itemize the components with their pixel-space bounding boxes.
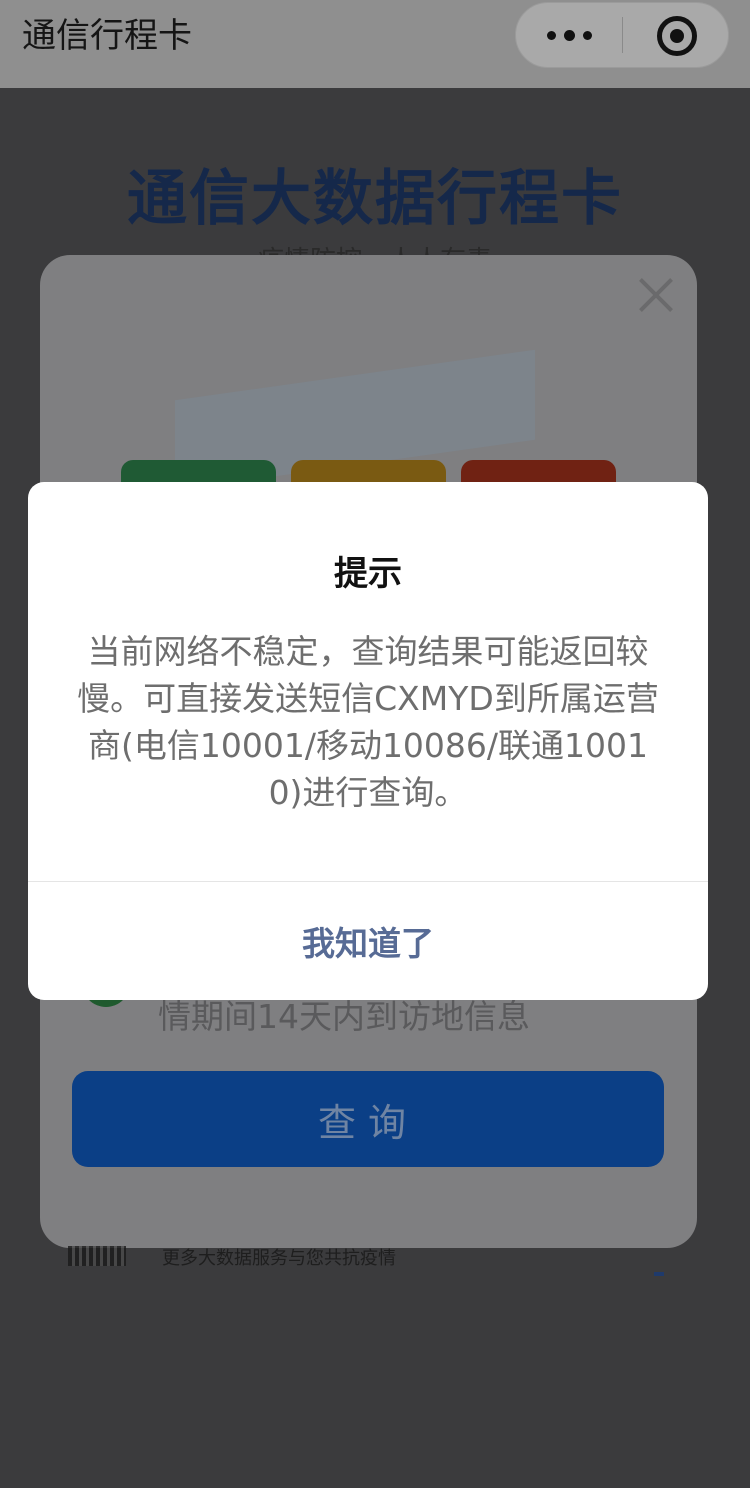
more-dots-icon[interactable] — [516, 3, 622, 67]
footer-text: 更多大数据服务与您共抗疫情 — [162, 1248, 396, 1269]
footer: 更多大数据服务与您共抗疫情 — [60, 1242, 680, 1286]
capsule-divider — [622, 17, 623, 53]
dialog-title: 提示 — [334, 554, 402, 594]
qr-code-icon — [68, 1246, 126, 1266]
page: 通信行程卡 通信大数据行程卡 疫情防控，人人有责 情期间14天内到访地信息 查询… — [0, 0, 750, 1488]
alert-dialog: 提示 当前网络不稳定，查询结果可能返回较慢。可直接发送短信CXMYD到所属运营商… — [28, 482, 708, 1000]
dialog-message: 当前网络不稳定，查询结果可能返回较慢。可直接发送短信CXMYD到所属运营商(电信… — [77, 632, 659, 812]
nav-bar: 通信行程卡 — [0, 0, 750, 88]
confirm-button[interactable]: 我知道了 — [28, 882, 708, 1000]
query-button[interactable]: 查询 — [72, 1071, 664, 1167]
page-heading: 通信大数据行程卡 — [127, 164, 623, 234]
miniprogram-close-icon[interactable] — [657, 16, 697, 56]
dot — [546, 30, 556, 40]
capsule-menu — [515, 2, 729, 68]
dot — [563, 29, 575, 41]
nav-title: 通信行程卡 — [22, 16, 192, 56]
close-icon[interactable] — [636, 275, 676, 315]
footer-mark — [654, 1272, 664, 1276]
dot — [582, 30, 592, 40]
